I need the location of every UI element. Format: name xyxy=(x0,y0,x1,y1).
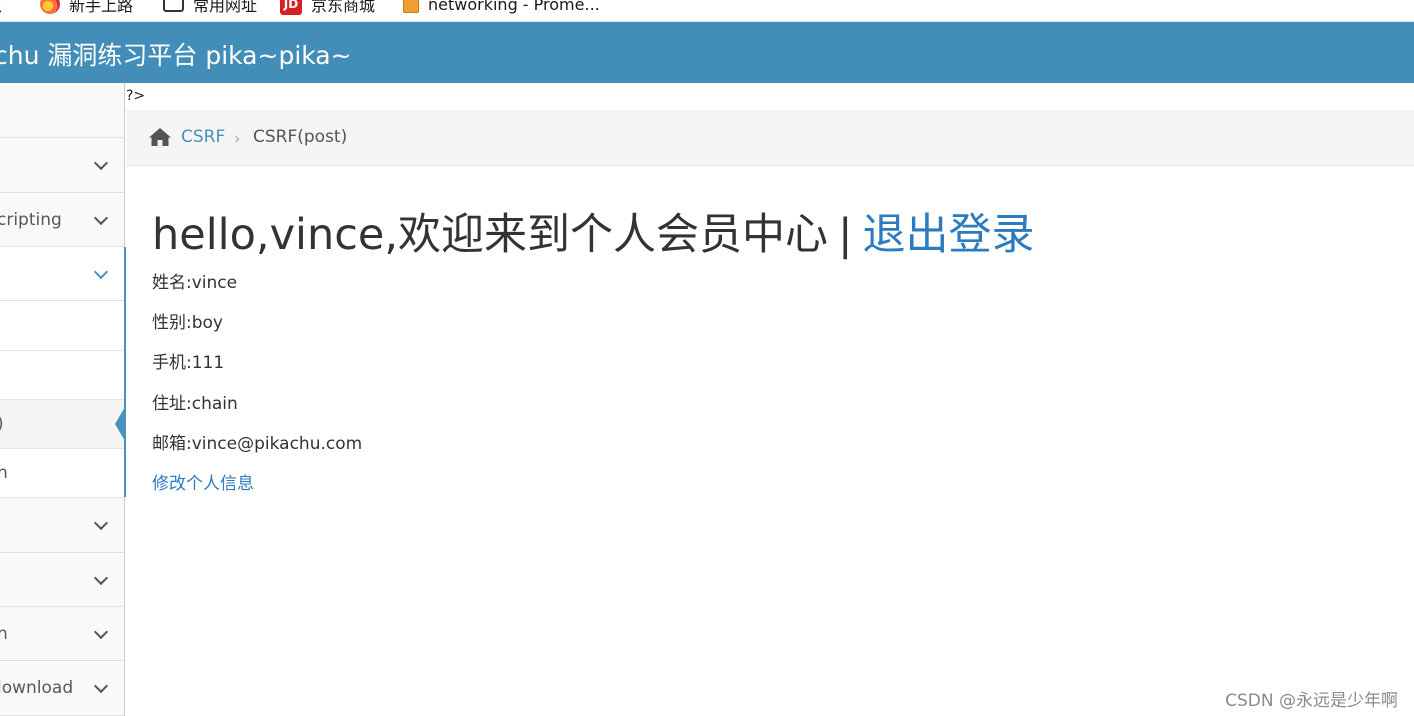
sidebar-subitem[interactable]: n xyxy=(0,449,124,498)
member-name: 姓名:vince xyxy=(152,273,238,293)
sidebar-item-label: n xyxy=(0,623,8,644)
page-title: hello,vince,欢迎来到个人会员中心 | 退出登录 xyxy=(152,200,1035,262)
chevron-down-icon xyxy=(93,264,109,279)
breadcrumb-link-csrf[interactable]: CSRF xyxy=(181,127,225,147)
member-email: 邮箱:vince@pikachu.com xyxy=(152,434,363,454)
sidebar-item-label: lownload xyxy=(0,678,74,698)
member-phone: 手机:111 xyxy=(152,353,225,373)
site-brand[interactable]: chu 漏洞练习平台 pika~pika~ xyxy=(0,36,352,72)
folder-icon xyxy=(163,0,184,12)
sidebar-item-label: n xyxy=(0,463,8,483)
breadcrumb-separator: › xyxy=(234,129,241,148)
bookmark-item[interactable]: 新手上路 xyxy=(40,0,133,15)
bookmark-item[interactable]: 点 xyxy=(0,0,2,15)
sidebar-item-file-download[interactable]: lownload xyxy=(0,661,124,716)
sidebar-item-csrf[interactable] xyxy=(0,247,124,301)
sidebar-item[interactable] xyxy=(0,553,124,607)
firefox-icon xyxy=(40,0,60,14)
bookmark-label: networking - Prome... xyxy=(428,0,600,14)
chevron-down-icon xyxy=(93,210,109,225)
bookmark-item[interactable]: JD 京东商城 xyxy=(280,0,375,15)
jd-icon: JD xyxy=(280,0,302,15)
member-address: 住址:chain xyxy=(152,394,238,414)
bookmark-item[interactable]: 常用网址 xyxy=(163,0,257,15)
sidebar-subitem[interactable] xyxy=(0,301,124,351)
sidebar-active-border xyxy=(124,247,126,497)
sidebar-item-xss[interactable]: cripting xyxy=(0,193,124,247)
chevron-down-icon xyxy=(93,624,109,639)
chevron-down-icon xyxy=(93,678,109,694)
bookmark-label: 常用网址 xyxy=(193,0,258,15)
breadcrumb-current: CSRF(post) xyxy=(253,127,348,147)
greeting-text: hello,vince,欢迎来到个人会员中心 xyxy=(152,210,828,260)
sidebar-subitem-csrf-post[interactable]: ) xyxy=(0,400,125,449)
sidebar: cripting ) n n lownload xyxy=(0,83,125,716)
bookmarks-bar: 点 新手上路 常用网址 JD 京东商城 networking - Prome..… xyxy=(0,0,1414,22)
sidebar-item[interactable] xyxy=(0,498,124,553)
bookmark-item[interactable]: networking - Prome... xyxy=(403,0,600,15)
document-icon xyxy=(403,0,419,13)
sidebar-item[interactable] xyxy=(0,83,124,138)
stray-php-text: ?> xyxy=(126,88,146,104)
edit-profile-link[interactable]: 修改个人信息 xyxy=(152,469,254,494)
bookmark-label: 新手上路 xyxy=(69,0,134,15)
bookmark-label: 点 xyxy=(0,0,2,16)
chevron-down-icon xyxy=(93,155,109,171)
bookmark-label: 京东商城 xyxy=(311,0,376,15)
logout-link[interactable]: 退出登录 xyxy=(863,210,1035,260)
chevron-down-icon xyxy=(93,570,109,585)
chevron-down-icon xyxy=(93,515,109,531)
watermark: CSDN @永远是少年啊 xyxy=(1225,691,1398,711)
sidebar-subitem[interactable] xyxy=(0,351,124,400)
title-separator: | xyxy=(838,210,853,260)
sidebar-item[interactable] xyxy=(0,138,124,193)
home-icon[interactable] xyxy=(148,127,172,147)
member-sex: 性别:boy xyxy=(152,313,223,333)
sidebar-item-label: cripting xyxy=(0,209,62,230)
breadcrumb: CSRF › CSRF(post) xyxy=(126,110,1414,166)
sidebar-item-label: ) xyxy=(0,414,4,434)
sidebar-item[interactable]: n xyxy=(0,607,124,661)
top-navbar: chu 漏洞练习平台 pika~pika~ xyxy=(0,22,1414,83)
